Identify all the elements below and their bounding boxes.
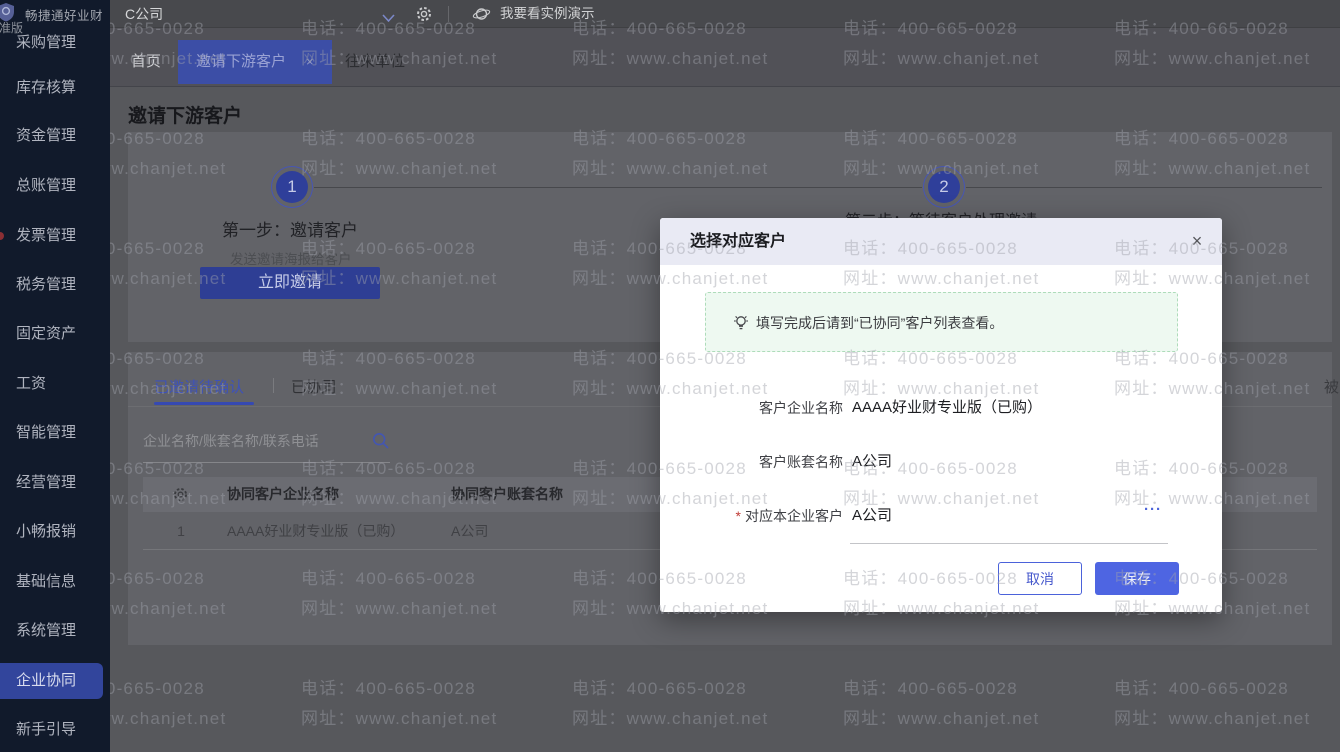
sidebar-item-13[interactable]: 系统管理 bbox=[0, 620, 103, 642]
row-account: A公司 bbox=[451, 523, 489, 539]
sidebar-item-15[interactable]: 新手引导 bbox=[0, 719, 103, 741]
close-tab-icon[interactable]: × bbox=[417, 54, 425, 69]
sidebar-item-1[interactable]: 采购管理 bbox=[0, 32, 103, 54]
search-icon[interactable] bbox=[372, 432, 390, 455]
app-window: 畅捷通好业财 标准版 采购管理库存核算资金管理总账管理发票管理税务管理固定资产工… bbox=[0, 0, 1340, 752]
step2-number: 2 bbox=[928, 171, 960, 203]
sidebar: 畅捷通好业财 标准版 采购管理库存核算资金管理总账管理发票管理税务管理固定资产工… bbox=[0, 0, 110, 752]
close-icon[interactable]: × bbox=[1182, 218, 1212, 265]
step2-circle: 2 bbox=[923, 166, 965, 208]
tab-bar: 首页 邀请下游客户 × 往来单位 × bbox=[110, 28, 1340, 87]
field-label: 客户企业名称 bbox=[759, 400, 843, 416]
sidebar-item-3[interactable]: 资金管理 bbox=[0, 125, 103, 147]
step1-description: 发送邀请海报给客户 bbox=[230, 252, 352, 267]
sidebar-item-12[interactable]: 基础信息 bbox=[0, 571, 103, 593]
sidebar-item-6[interactable]: 税务管理 bbox=[0, 274, 103, 296]
sidebar-item-11[interactable]: 小畅报销 bbox=[0, 521, 103, 543]
tab-label: 邀请下游客户 bbox=[196, 53, 287, 70]
field-value: AAAA好业财专业版（已购） bbox=[852, 399, 1043, 416]
tab-label: 往来单位 bbox=[345, 53, 406, 70]
input-underline bbox=[850, 543, 1168, 544]
company-select[interactable]: C公司 bbox=[125, 0, 163, 28]
cancel-button[interactable]: 取消 bbox=[998, 562, 1082, 595]
row-company: AAAA好业财专业版（已购） bbox=[227, 523, 405, 539]
step-connector-line bbox=[966, 187, 1322, 188]
tab-divider bbox=[273, 378, 274, 393]
tab-counterparties[interactable]: 往来单位 × bbox=[345, 40, 425, 84]
save-button[interactable]: 保存 bbox=[1095, 562, 1179, 595]
sidebar-item-10[interactable]: 经营管理 bbox=[0, 472, 103, 494]
tip-text: 填写完成后请到“已协同”客户列表查看。 bbox=[756, 315, 1004, 331]
search-input[interactable] bbox=[143, 430, 368, 452]
field-label-text: 对应本企业客户 bbox=[745, 508, 843, 524]
active-tab-underline bbox=[154, 402, 254, 405]
step1-number: 1 bbox=[276, 171, 308, 203]
chevron-down-icon[interactable] bbox=[382, 10, 395, 28]
brand-name: 畅捷通好业财 bbox=[25, 9, 104, 23]
sidebar-item-9[interactable]: 智能管理 bbox=[0, 422, 103, 444]
sidebar-item-14[interactable]: 企业协同 bbox=[0, 663, 103, 699]
topbar-divider bbox=[448, 6, 449, 22]
tab-collaborated[interactable]: 已协同 bbox=[291, 376, 336, 397]
sidebar-item-4[interactable]: 总账管理 bbox=[0, 175, 103, 197]
modal-header: 选择对应客户 × bbox=[660, 218, 1222, 265]
step-connector-line bbox=[314, 187, 922, 188]
field-customer-account: 客户账套名称 A公司 bbox=[660, 451, 1222, 473]
settings-gear-icon[interactable] bbox=[416, 6, 432, 27]
column-header-account: 协同客户账套名称 bbox=[451, 486, 563, 502]
required-asterisk: * bbox=[735, 508, 741, 524]
sidebar-item-7[interactable]: 固定资产 bbox=[0, 323, 103, 345]
sidebar-item-8[interactable]: 工资 bbox=[0, 373, 103, 395]
planet-demo-icon[interactable] bbox=[472, 5, 491, 28]
modal-title: 选择对应客户 bbox=[690, 233, 787, 250]
column-settings-gear-icon[interactable] bbox=[173, 487, 188, 507]
page-title: 邀请下游客户 bbox=[128, 106, 243, 127]
tab-invite-downstream-active[interactable]: 邀请下游客户 × bbox=[178, 40, 332, 84]
topbar: C公司 我要看实例演示 bbox=[110, 0, 1340, 28]
step1-title: 第一步：邀请客户 bbox=[222, 221, 358, 240]
tip-box: 填写完成后请到“已协同”客户列表查看。 bbox=[705, 292, 1178, 352]
notification-dot bbox=[0, 232, 4, 240]
field-mapped-customer: * 对应本企业客户 A公司 bbox=[660, 505, 1222, 527]
search-underline bbox=[143, 462, 390, 463]
invite-now-button[interactable]: 立即邀请 bbox=[200, 267, 380, 299]
tab-home[interactable]: 首页 bbox=[131, 40, 161, 84]
sidebar-item-5[interactable]: 发票管理 bbox=[0, 225, 103, 247]
field-customer-company: 客户企业名称 AAAA好业财专业版（已购） bbox=[660, 397, 1222, 419]
demo-link[interactable]: 我要看实例演示 bbox=[500, 0, 595, 28]
tab-invited-pending[interactable]: 已邀请待确认 bbox=[154, 376, 244, 397]
field-value: A公司 bbox=[852, 453, 893, 470]
column-header-company: 协同客户企业名称 bbox=[227, 486, 339, 502]
field-label: * 对应本企业客户 bbox=[700, 505, 843, 527]
clipped-right-text: 被 bbox=[1324, 379, 1340, 396]
close-tab-icon[interactable]: × bbox=[306, 40, 314, 84]
field-label: 客户账套名称 bbox=[759, 454, 843, 470]
ellipsis-picker-button[interactable]: ··· bbox=[1144, 501, 1162, 518]
select-customer-modal: 选择对应客户 × 填写完成后请到“已协同”客户列表查看。 客户企业名称 AAAA… bbox=[660, 218, 1222, 612]
sidebar-item-2[interactable]: 库存核算 bbox=[0, 77, 103, 99]
row-number: 1 bbox=[177, 523, 185, 539]
mapped-customer-input[interactable]: A公司 bbox=[852, 505, 892, 527]
step1-circle: 1 bbox=[271, 166, 313, 208]
lightbulb-icon bbox=[732, 314, 750, 337]
